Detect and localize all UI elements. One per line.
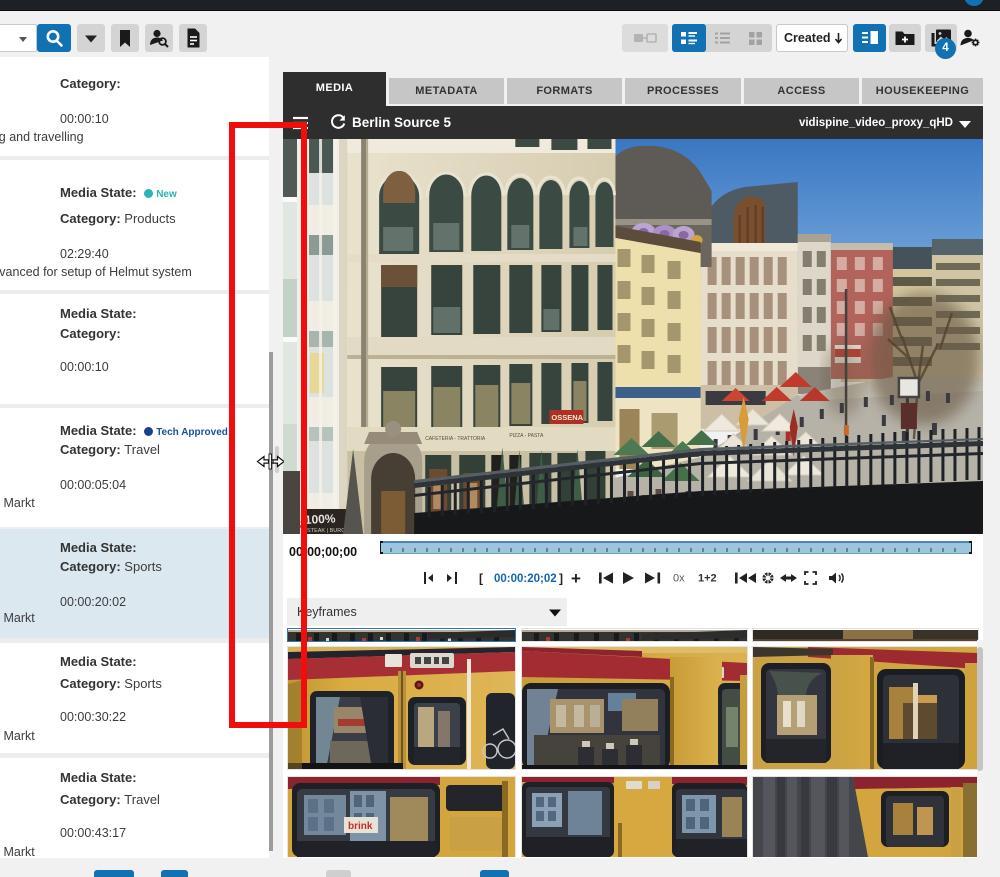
svg-text:100%: 100% bbox=[304, 511, 336, 527]
svg-text:PIZZA - PASTA: PIZZA - PASTA bbox=[509, 433, 544, 439]
svg-text:00:00:20;02: 00:00:20;02 bbox=[494, 573, 557, 585]
svg-text:+: + bbox=[571, 569, 581, 588]
svg-text:brink: brink bbox=[348, 821, 373, 832]
svg-text:1+2: 1+2 bbox=[698, 573, 717, 585]
svg-text:0x: 0x bbox=[673, 573, 685, 585]
svg-text:[: [ bbox=[479, 572, 483, 586]
svg-text:]: ] bbox=[559, 572, 563, 586]
svg-text:CAFETERIA - TRATTORIA: CAFETERIA - TRATTORIA bbox=[425, 436, 486, 442]
svg-text:OSSENA: OSSENA bbox=[551, 413, 583, 422]
